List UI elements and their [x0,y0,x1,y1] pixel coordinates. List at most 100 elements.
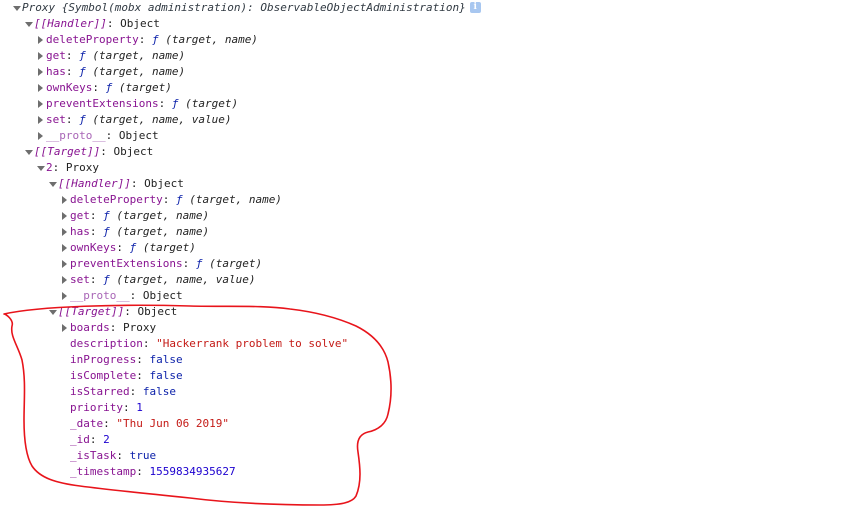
collapsed-triangle-icon[interactable] [60,256,70,272]
property-value: true [129,449,157,462]
collapsed-triangle-icon[interactable] [60,320,70,336]
property-key: _date [70,417,104,430]
collapsed-triangle-icon[interactable] [60,192,70,208]
tree-row: description: "Hackerrank problem to solv… [60,336,348,352]
expanded-triangle-icon[interactable] [24,16,34,32]
tree-row[interactable]: get: ƒ (target, name) [60,208,209,224]
collapsed-triangle-icon[interactable] [36,64,46,80]
key-value-separator: : [138,33,152,46]
collapsed-triangle-icon[interactable] [60,240,70,256]
key-value-separator: : [182,257,196,270]
collapsed-triangle-icon[interactable] [60,208,70,224]
key-value-separator: : [124,305,138,318]
property-value: Object [144,177,184,190]
tree-row[interactable]: deleteProperty: ƒ (target, name) [60,192,282,208]
key-value-separator: : [162,193,176,206]
function-glyph-icon: ƒ [151,33,166,46]
tree-row[interactable]: [[Handler]]: Object [48,176,184,192]
expanded-triangle-icon[interactable] [24,144,34,160]
key-value-separator: : [130,177,145,190]
property-value: Object [118,129,159,142]
property-key: ownKeys [70,241,117,254]
property-key: 2 [46,161,53,174]
tree-row[interactable]: __proto__: Object [36,128,159,144]
collapsed-triangle-icon[interactable] [60,272,70,288]
function-value: ƒ (target, name) [103,209,209,222]
property-key: deleteProperty [70,193,163,206]
function-glyph-icon: ƒ [79,113,93,126]
tree-row[interactable]: [[Handler]]: Object [24,16,160,32]
expanded-triangle-icon[interactable] [36,160,46,176]
key-value-separator: : [129,385,143,398]
property-key: _id [70,433,90,446]
collapsed-triangle-icon[interactable] [60,288,70,304]
property-key: preventExtensions [70,257,183,270]
function-signature: (target) [118,81,172,94]
key-value-separator: : [109,321,123,334]
tree-row[interactable]: preventExtensions: ƒ (target) [36,96,238,112]
tree-row[interactable]: has: ƒ (target, name) [36,64,185,80]
function-signature: (target, name) [165,33,258,46]
key-value-separator: : [65,65,80,78]
function-glyph-icon: ƒ [79,65,93,78]
property-key: boards [70,321,110,334]
function-value: ƒ (target, name) [79,65,185,78]
key-value-separator: : [89,225,104,238]
key-value-separator: : [105,129,119,142]
key-value-separator: : [52,161,66,174]
collapsed-triangle-icon[interactable] [36,32,46,48]
key-value-separator: : [92,81,106,94]
tree-row[interactable]: ownKeys: ƒ (target) [60,240,196,256]
expanded-triangle-icon[interactable] [48,176,58,192]
collapsed-triangle-icon[interactable] [36,48,46,64]
tree-row[interactable]: Proxy {Symbol(mobx administration): Obse… [12,0,481,16]
key-value-separator: : [142,337,157,350]
expanded-triangle-icon[interactable] [12,0,22,16]
key-value-separator: : [65,113,80,126]
property-key: ownKeys [46,81,93,94]
property-value: false [149,369,183,382]
collapsed-triangle-icon[interactable] [36,96,46,112]
tree-row[interactable]: preventExtensions: ƒ (target) [60,256,262,272]
function-glyph-icon: ƒ [79,49,93,62]
tree-row[interactable]: set: ƒ (target, name, value) [36,112,231,128]
function-signature: (target, name) [92,49,186,62]
tree-row[interactable]: [[Target]]: Object [48,304,177,320]
tree-row[interactable]: [[Target]]: Object [24,144,153,160]
tree-row[interactable]: __proto__: Object [60,288,183,304]
collapsed-triangle-icon[interactable] [60,224,70,240]
tree-row[interactable]: get: ƒ (target, name) [36,48,185,64]
info-icon[interactable]: i [469,1,481,13]
tree-row[interactable]: 2: Proxy [36,160,99,176]
key-value-separator: : [116,241,130,254]
property-key: set [46,113,66,126]
property-key: deleteProperty [46,33,139,46]
function-signature: (target, name) [116,225,210,238]
tree-row[interactable]: ownKeys: ƒ (target) [36,80,172,96]
tree-row[interactable]: boards: Proxy [60,320,156,336]
property-value: Proxy [65,161,99,174]
expanded-triangle-icon[interactable] [48,304,58,320]
tree-row[interactable]: set: ƒ (target, name, value) [60,272,255,288]
collapsed-triangle-icon[interactable] [36,112,46,128]
collapsed-triangle-icon[interactable] [36,80,46,96]
tree-row: _isTask: true [60,448,156,464]
key-value-separator: : [65,49,80,62]
property-key: has [46,65,66,78]
collapsed-triangle-icon[interactable] [36,128,46,144]
tree-row[interactable]: deleteProperty: ƒ (target, name) [36,32,258,48]
property-value: 2 [103,433,110,446]
key-value-separator: : [158,97,172,110]
key-value-separator: : [100,145,114,158]
property-key: inProgress [70,353,137,366]
property-key: priority [70,401,123,414]
function-signature: (target, name, value) [116,273,256,286]
key-value-separator: : [136,353,150,366]
proxy-summary-text: Proxy {Symbol(mobx administration): Obse… [22,1,466,14]
tree-row[interactable]: has: ƒ (target, name) [60,224,209,240]
